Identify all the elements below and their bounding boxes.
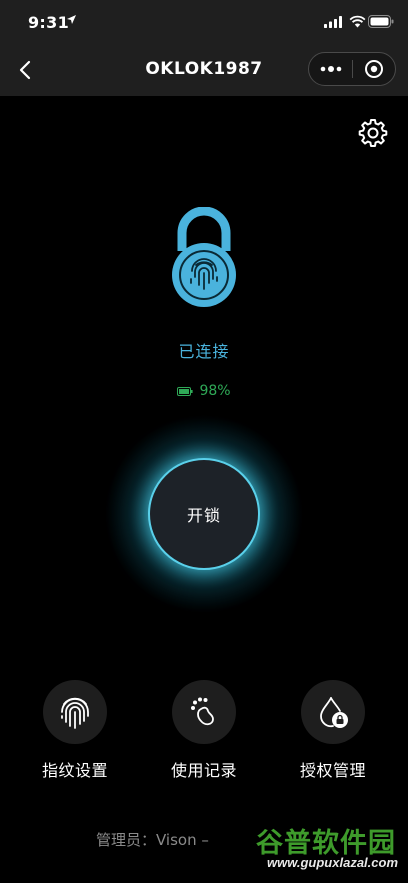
usage-record-label: 使用记录 [170, 761, 237, 780]
wifi-icon [349, 15, 366, 28]
battery-level-icon [177, 386, 194, 396]
target-close-icon [364, 60, 383, 78]
authorization-management-button[interactable]: 授权管理 [278, 680, 388, 781]
location-arrow-icon [67, 15, 76, 24]
usage-record-button[interactable]: 使用记录 [149, 680, 259, 781]
watermark-url: www.gupuxlazal.com [267, 855, 398, 870]
fingerprint-icon [61, 697, 89, 729]
status-time: 9:31 [28, 13, 69, 32]
more-button[interactable] [309, 53, 352, 85]
padlock-icon [162, 206, 246, 307]
unlock-button-label: 开锁 [186, 506, 221, 525]
mini-program-capsule [308, 52, 396, 86]
drop-lock-icon [320, 697, 348, 728]
fingerprint-settings-label: 指纹设置 [41, 761, 108, 780]
more-dots-icon [320, 66, 341, 72]
status-bar: 9:31 [0, 0, 408, 44]
fingerprint-settings-button[interactable]: 指纹设置 [20, 680, 130, 781]
authorization-management-label: 授权管理 [299, 761, 366, 780]
footprint-icon [191, 697, 214, 726]
admin-info: 管理员：Vison – [96, 831, 209, 849]
authorization-management-circle [301, 680, 365, 744]
connection-status: 已连接 [178, 342, 230, 361]
usage-record-circle [172, 680, 236, 744]
fingerprint-settings-circle [43, 680, 107, 744]
unlock-button[interactable]: 开锁 [148, 458, 260, 570]
settings-button[interactable] [358, 117, 388, 147]
gear-icon [358, 119, 388, 147]
battery-icon [368, 15, 394, 28]
nav-bar: OKLOK1987 [0, 44, 408, 96]
battery-level: 98% [0, 383, 408, 399]
signal-icon [324, 16, 342, 28]
watermark-logo: 谷普软件园 www.gupuxlazal.com [222, 821, 404, 877]
close-button[interactable] [353, 53, 395, 85]
battery-percentage: 98% [199, 383, 231, 399]
